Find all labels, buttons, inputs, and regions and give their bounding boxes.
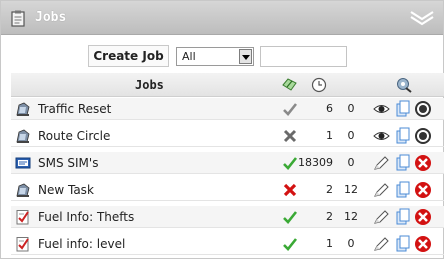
- job-name[interactable]: Route Circle: [38, 129, 110, 143]
- job-filter-value: All: [182, 50, 196, 63]
- table-header: Jobs: [11, 73, 444, 97]
- copy-icon[interactable]: [396, 235, 410, 252]
- job-name[interactable]: Fuel info: level: [38, 237, 125, 251]
- job-count-primary: 1: [298, 129, 333, 142]
- check-grey-icon: [282, 101, 298, 117]
- chevron-down-icon[interactable]: [239, 49, 252, 64]
- edit-icon[interactable]: [373, 155, 390, 171]
- copy-icon[interactable]: [396, 154, 410, 171]
- create-job-button[interactable]: Create Job: [88, 45, 169, 67]
- edit-icon[interactable]: [373, 209, 390, 225]
- table-row[interactable]: SMS SIM's 18309 0: [11, 152, 444, 174]
- delete-icon[interactable]: [414, 208, 432, 226]
- jobs-column-header: Jobs: [135, 78, 164, 92]
- clipboard-icon: [11, 10, 25, 27]
- check-green-icon: [282, 155, 298, 171]
- job-count-secondary: 12: [341, 210, 361, 223]
- delete-icon[interactable]: [414, 235, 432, 253]
- table-row[interactable]: Route Circle 10: [11, 125, 444, 147]
- delete-icon[interactable]: [414, 100, 432, 118]
- dispatch-icon: [15, 128, 31, 144]
- collapse-chevron-icon[interactable]: [409, 10, 435, 26]
- job-count-secondary: 0: [341, 237, 361, 250]
- delete-icon[interactable]: [414, 154, 432, 172]
- table-row[interactable]: Fuel Info: Thefts 2 12: [11, 206, 444, 228]
- check-green-icon: [282, 209, 298, 225]
- table-row[interactable]: Fuel info: level 10: [11, 233, 444, 255]
- job-count-primary: 1: [298, 237, 333, 250]
- copy-icon[interactable]: [396, 127, 410, 144]
- dispatch-icon: [15, 101, 31, 117]
- check-green-icon: [282, 236, 298, 252]
- jobs-panel: Jobs Create Job All Jobs: [0, 0, 444, 259]
- status-tag-icon: [282, 77, 298, 93]
- job-name[interactable]: SMS SIM's: [38, 156, 98, 170]
- job-filter-select[interactable]: All: [176, 47, 254, 66]
- edit-icon[interactable]: [373, 182, 390, 198]
- job-name[interactable]: Traffic Reset: [38, 102, 111, 116]
- job-count-primary: 2: [298, 210, 333, 223]
- cross-red-icon: [282, 182, 298, 198]
- table-row[interactable]: Traffic Reset 60: [11, 98, 444, 120]
- job-count-primary: 6: [298, 102, 333, 115]
- dispatch-icon: [15, 182, 31, 198]
- delete-icon[interactable]: [414, 181, 432, 199]
- actions-gear-icon: [395, 77, 413, 93]
- view-icon[interactable]: [373, 101, 390, 117]
- job-name[interactable]: New Task: [38, 183, 94, 197]
- delete-icon[interactable]: [414, 127, 432, 145]
- job-count-primary: 18309: [298, 156, 333, 169]
- job-name[interactable]: Fuel Info: Thefts: [38, 210, 134, 224]
- job-count-secondary: 0: [341, 156, 361, 169]
- table-row[interactable]: New Task 2 12: [11, 179, 444, 201]
- cross-grey-icon: [282, 128, 298, 144]
- report-icon: [15, 209, 31, 225]
- jobs-toolbar: Create Job All: [1, 42, 443, 68]
- job-count-secondary: 12: [341, 183, 361, 196]
- job-count-primary: 2: [298, 183, 333, 196]
- copy-icon[interactable]: [396, 181, 410, 198]
- edit-icon[interactable]: [373, 236, 390, 252]
- job-search-input[interactable]: [260, 46, 347, 67]
- report-icon: [15, 236, 31, 252]
- copy-icon[interactable]: [396, 208, 410, 225]
- clock-icon: [311, 77, 327, 93]
- panel-title: Jobs: [35, 10, 66, 25]
- view-icon[interactable]: [373, 128, 390, 144]
- job-count-secondary: 0: [341, 102, 361, 115]
- sms-icon: [15, 155, 31, 171]
- copy-icon[interactable]: [396, 100, 410, 117]
- job-count-secondary: 0: [341, 129, 361, 142]
- panel-titlebar: Jobs: [1, 1, 443, 35]
